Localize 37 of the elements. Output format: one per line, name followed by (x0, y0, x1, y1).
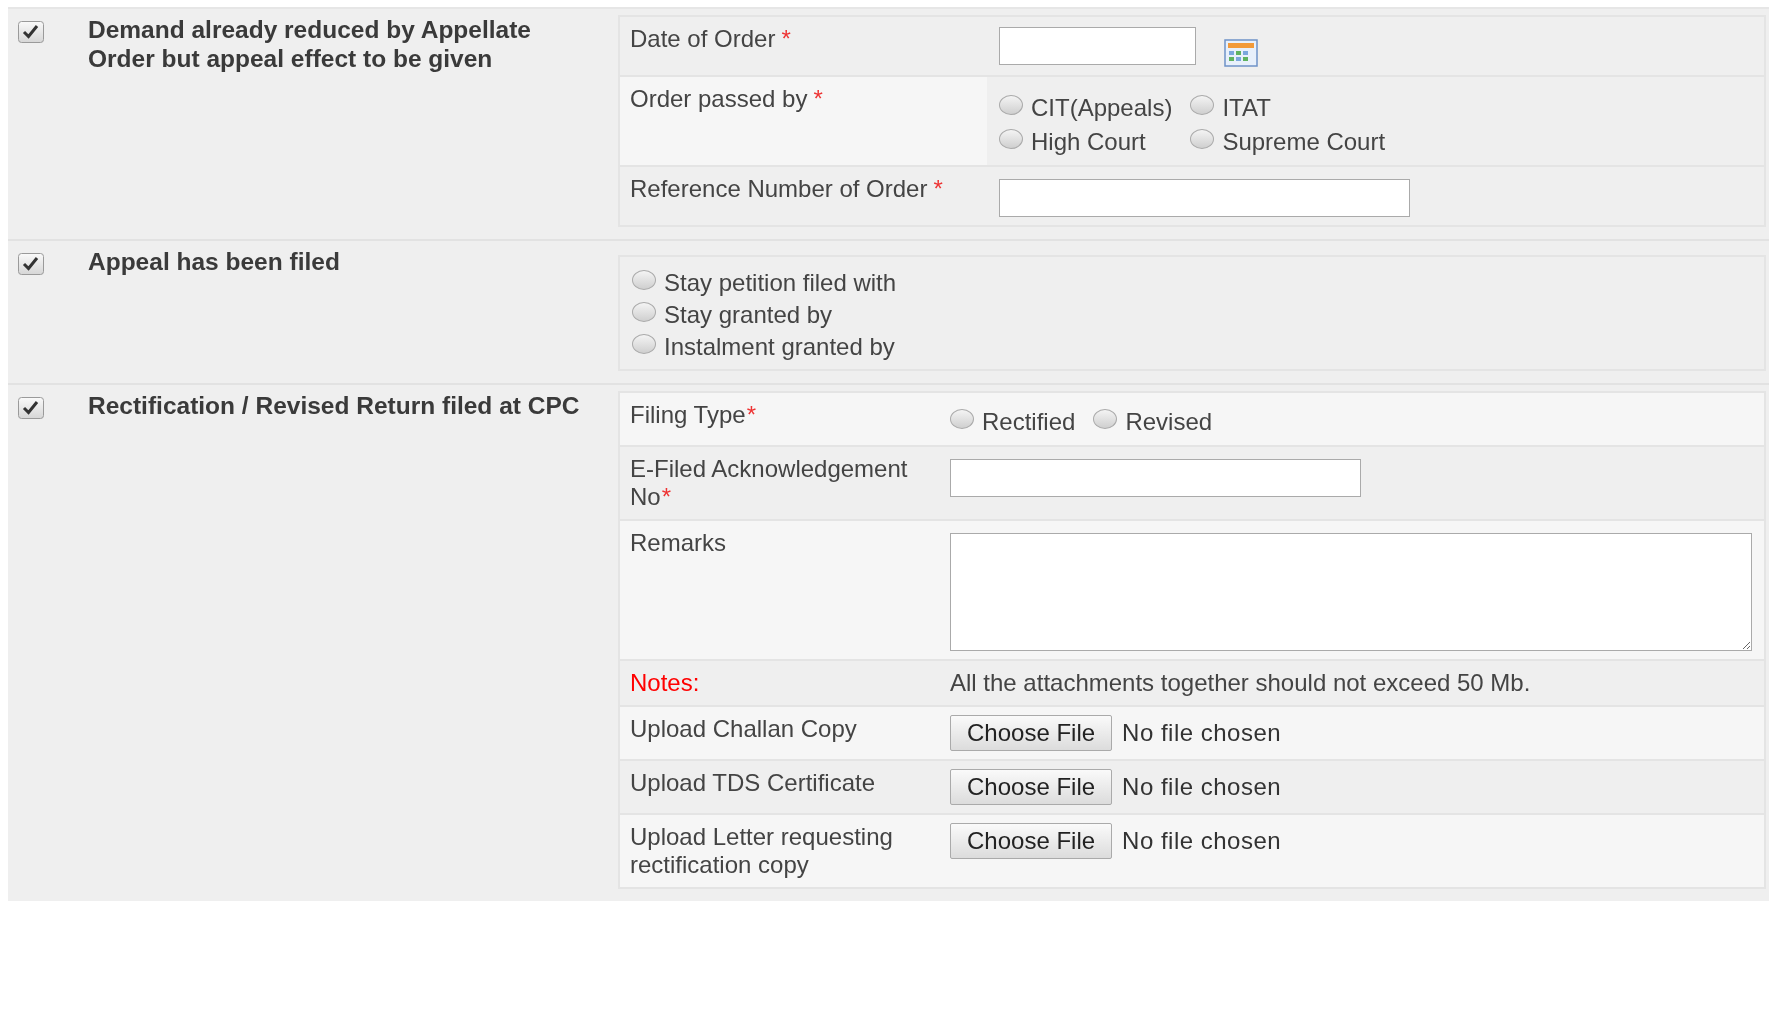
checkbox[interactable] (18, 397, 44, 419)
text-field[interactable] (999, 179, 1410, 217)
radio-option[interactable]: Supreme Court (1190, 127, 1386, 157)
choose-file-button[interactable]: Choose File (950, 823, 1113, 859)
calendar-icon[interactable] (1224, 39, 1258, 67)
text-field[interactable] (950, 459, 1361, 497)
file-status: No file chosen (1122, 826, 1282, 856)
field-label: Date of Order * (629, 24, 792, 54)
radio-option[interactable]: Revised (1093, 407, 1213, 437)
checkbox[interactable] (18, 253, 44, 275)
field-label: Order passed by * (620, 77, 987, 165)
radio-option[interactable]: Instalment granted by (632, 331, 1752, 363)
section-title: Rectification / Revised Return filed at CPC (88, 391, 581, 420)
checkbox[interactable] (18, 21, 44, 43)
radio-option[interactable]: Stay granted by (632, 299, 1752, 331)
choose-file-button[interactable]: Choose File (950, 715, 1113, 751)
field-label: E-Filed Acknowledgement No* (629, 454, 909, 512)
field-label: Upload TDS Certificate (629, 768, 876, 798)
section-title: Appeal has been filed (88, 247, 341, 276)
section-title: Demand already reduced by Appellate Order but appeal effect to be given (88, 15, 532, 73)
field-label: Filing Type* (629, 400, 757, 430)
radio-option[interactable]: Stay petition filed with (632, 267, 1752, 299)
radio-option[interactable]: Rectified (950, 407, 1076, 437)
field-label: Reference Number of Order * (629, 174, 944, 204)
remarks-field[interactable] (950, 533, 1752, 651)
choose-file-button[interactable]: Choose File (950, 769, 1113, 805)
note-text: All the attachments together should not exceed 50 Mb. (950, 669, 1531, 697)
radio-option[interactable]: ITAT (1190, 93, 1386, 123)
field-label: Remarks (629, 528, 727, 558)
field-label: Upload Challan Copy (629, 714, 858, 744)
date-field[interactable] (999, 27, 1196, 65)
notes-label: Notes: (629, 668, 701, 698)
field-label: Upload Letter requesting rectification copy (629, 822, 894, 880)
radio-option[interactable]: High Court (999, 127, 1173, 157)
file-status: No file chosen (1122, 718, 1282, 748)
file-status: No file chosen (1122, 772, 1282, 802)
radio-option[interactable]: CIT(Appeals) (999, 93, 1173, 123)
